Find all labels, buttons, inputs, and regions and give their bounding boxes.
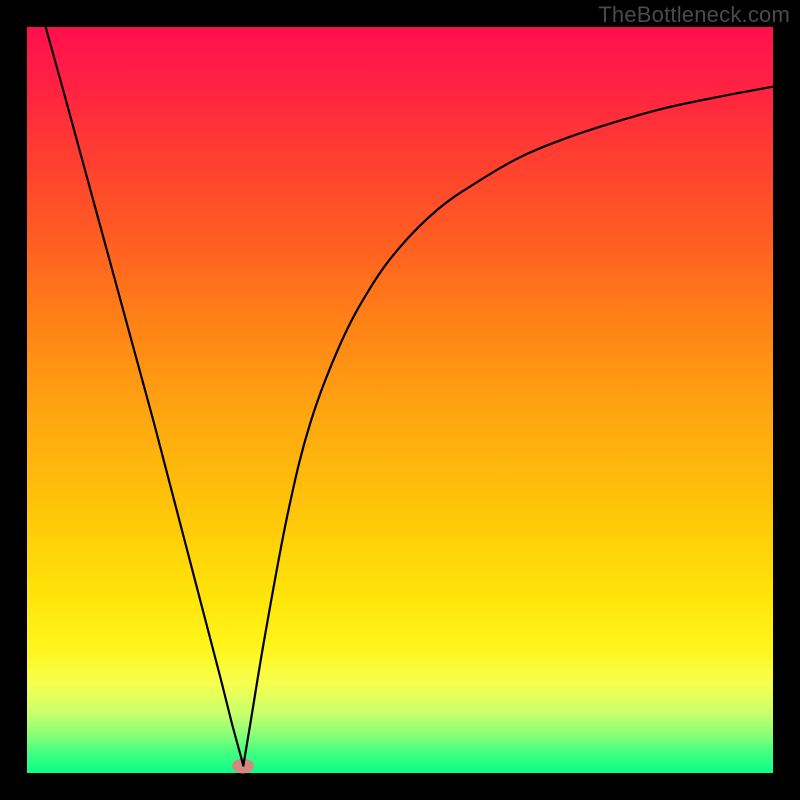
watermark-text: TheBottleneck.com <box>598 2 790 28</box>
bottleneck-curve <box>27 27 773 773</box>
plot-area <box>27 27 773 773</box>
plot-outer-frame <box>27 27 773 773</box>
chart-stage: TheBottleneck.com <box>0 0 800 800</box>
